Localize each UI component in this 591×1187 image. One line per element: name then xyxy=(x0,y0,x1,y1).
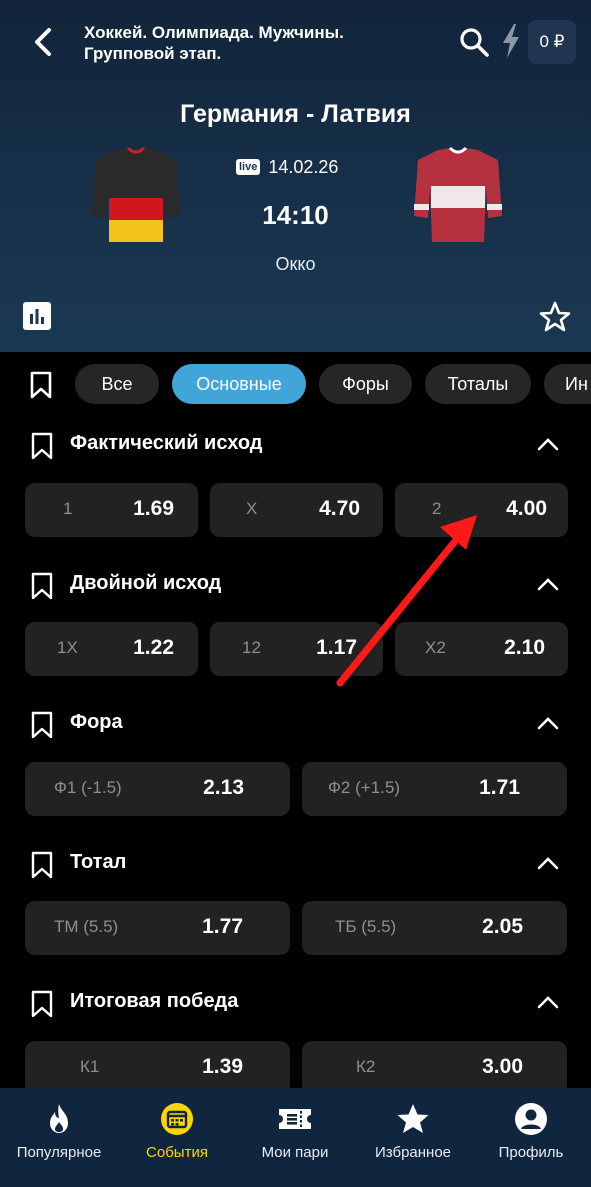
odd-button-12[interactable]: 12 1.17 xyxy=(210,622,383,676)
balance-badge[interactable]: 0 ₽ xyxy=(528,20,576,64)
nav-events[interactable]: События xyxy=(118,1088,236,1187)
germany-jersey-icon xyxy=(92,146,180,242)
chevron-up-icon[interactable] xyxy=(536,713,560,733)
odd-label: ТБ (5.5) xyxy=(335,917,397,936)
back-arrow-icon[interactable] xyxy=(28,26,60,58)
odd-value: 1.77 xyxy=(202,915,243,938)
bookmark-icon[interactable] xyxy=(30,851,54,879)
odd-value: 2.13 xyxy=(203,776,244,799)
odd-button-x2[interactable]: X2 2.10 xyxy=(395,622,568,676)
odd-button-k1[interactable]: К1 1.39 xyxy=(25,1041,290,1095)
live-date-row: live 14.02.26 xyxy=(236,155,338,179)
filter-chip-all[interactable]: Все xyxy=(75,364,159,404)
match-title: Германия - Латвия xyxy=(180,100,411,128)
odd-label: 12 xyxy=(242,638,261,657)
odd-value: 2.10 xyxy=(504,636,545,659)
section-title: Итоговая победа xyxy=(70,990,239,1012)
odd-label: ТМ (5.5) xyxy=(54,917,119,936)
search-icon[interactable] xyxy=(458,26,490,58)
ticket-icon xyxy=(279,1109,311,1129)
section-header-final-win[interactable]: Итоговая победа xyxy=(0,982,591,1022)
chevron-up-icon[interactable] xyxy=(536,574,560,594)
odd-label: 2 xyxy=(432,499,442,518)
odd-label: 1 xyxy=(63,499,73,518)
nav-profile[interactable]: Профиль xyxy=(472,1088,590,1187)
latvia-jersey-icon xyxy=(414,146,502,242)
bookmark-icon[interactable] xyxy=(30,572,54,600)
section-title: Двойной исход xyxy=(70,572,222,594)
odd-value: 1.39 xyxy=(202,1055,243,1078)
odd-value: 2.05 xyxy=(482,915,523,938)
nav-label: Избранное xyxy=(374,1144,452,1161)
match-header: Хоккей. Олимпиада. Мужчины. Групповой эт… xyxy=(0,0,591,352)
section-header-double-chance[interactable]: Двойной исход xyxy=(0,564,591,604)
chevron-up-icon[interactable] xyxy=(536,853,560,873)
nav-label: События xyxy=(146,1144,208,1161)
odd-label: К2 xyxy=(356,1057,376,1076)
match-date: 14.02.26 xyxy=(268,156,339,177)
odd-label: Ф2 (+1.5) xyxy=(328,778,400,797)
broadcast-channel: Окко xyxy=(275,254,316,274)
match-time: 14:10 xyxy=(262,200,329,230)
odd-value: 1.22 xyxy=(133,636,174,659)
odd-button-h1[interactable]: Ф1 (-1.5) 2.13 xyxy=(25,762,290,816)
odd-value: 4.70 xyxy=(319,497,360,520)
odd-value: 1.71 xyxy=(479,776,520,799)
section-title: Фактический исход xyxy=(70,432,263,454)
odd-value: 1.17 xyxy=(316,636,357,659)
filter-chip-handicaps[interactable]: Форы xyxy=(319,364,412,404)
nav-my-bets[interactable]: Мои пари xyxy=(236,1088,354,1187)
odd-value: 3.00 xyxy=(482,1055,523,1078)
bottom-navigation: Популярное События Мои пари Избранное Пр… xyxy=(0,1088,591,1187)
bookmark-icon[interactable] xyxy=(30,432,54,460)
tournament-title: Хоккей. Олимпиада. Мужчины. Групповой эт… xyxy=(84,23,344,63)
nav-label: Профиль xyxy=(498,1144,564,1161)
favorite-star-icon[interactable] xyxy=(538,300,572,334)
odd-label: 1X xyxy=(57,638,78,657)
section-header-total[interactable]: Тотал xyxy=(0,843,591,883)
nav-label: Мои пари xyxy=(261,1144,329,1161)
filter-chip-more[interactable]: Ин xyxy=(544,364,591,404)
section-title: Тотал xyxy=(70,851,127,873)
profile-icon xyxy=(515,1103,547,1135)
bookmark-icon[interactable] xyxy=(30,990,54,1018)
odd-label: X xyxy=(246,499,258,518)
odd-button-2[interactable]: 2 4.00 xyxy=(395,483,568,537)
odd-button-k2[interactable]: К2 3.00 xyxy=(302,1041,567,1095)
section-header-handicap[interactable]: Фора xyxy=(0,703,591,743)
filter-chip-main[interactable]: Основные xyxy=(172,364,306,404)
live-badge: live xyxy=(236,159,261,175)
nav-favorites[interactable]: Избранное xyxy=(354,1088,472,1187)
odd-value: 1.69 xyxy=(133,497,174,520)
odd-button-x[interactable]: X 4.70 xyxy=(210,483,383,537)
bookmark-icon[interactable] xyxy=(30,711,54,739)
odd-button-under[interactable]: ТМ (5.5) 1.77 xyxy=(25,901,290,955)
calendar-icon xyxy=(161,1103,193,1135)
filter-chip-totals[interactable]: Тоталы xyxy=(425,364,531,404)
odd-label: X2 xyxy=(425,638,446,657)
chevron-up-icon[interactable] xyxy=(536,434,560,454)
nav-popular[interactable]: Популярное xyxy=(0,1088,118,1187)
statistics-icon[interactable] xyxy=(23,302,51,330)
market-filter-bar: Все Основные Форы Тоталы Ин xyxy=(0,352,591,418)
chevron-up-icon[interactable] xyxy=(536,992,560,1012)
star-icon xyxy=(397,1104,429,1133)
odd-label: Ф1 (-1.5) xyxy=(54,778,122,797)
odd-button-1x[interactable]: 1X 1.22 xyxy=(25,622,198,676)
section-header-outcome[interactable]: Фактический исход xyxy=(0,424,591,464)
odd-value: 4.00 xyxy=(506,497,547,520)
odd-button-h2[interactable]: Ф2 (+1.5) 1.71 xyxy=(302,762,567,816)
section-title: Фора xyxy=(70,711,123,733)
lightning-icon[interactable] xyxy=(498,22,524,60)
odd-button-1[interactable]: 1 1.69 xyxy=(25,483,198,537)
odd-button-over[interactable]: ТБ (5.5) 2.05 xyxy=(302,901,567,955)
bookmark-icon[interactable] xyxy=(28,370,54,400)
nav-label: Популярное xyxy=(16,1144,102,1161)
odd-label: К1 xyxy=(80,1057,100,1076)
flame-icon xyxy=(50,1104,68,1133)
